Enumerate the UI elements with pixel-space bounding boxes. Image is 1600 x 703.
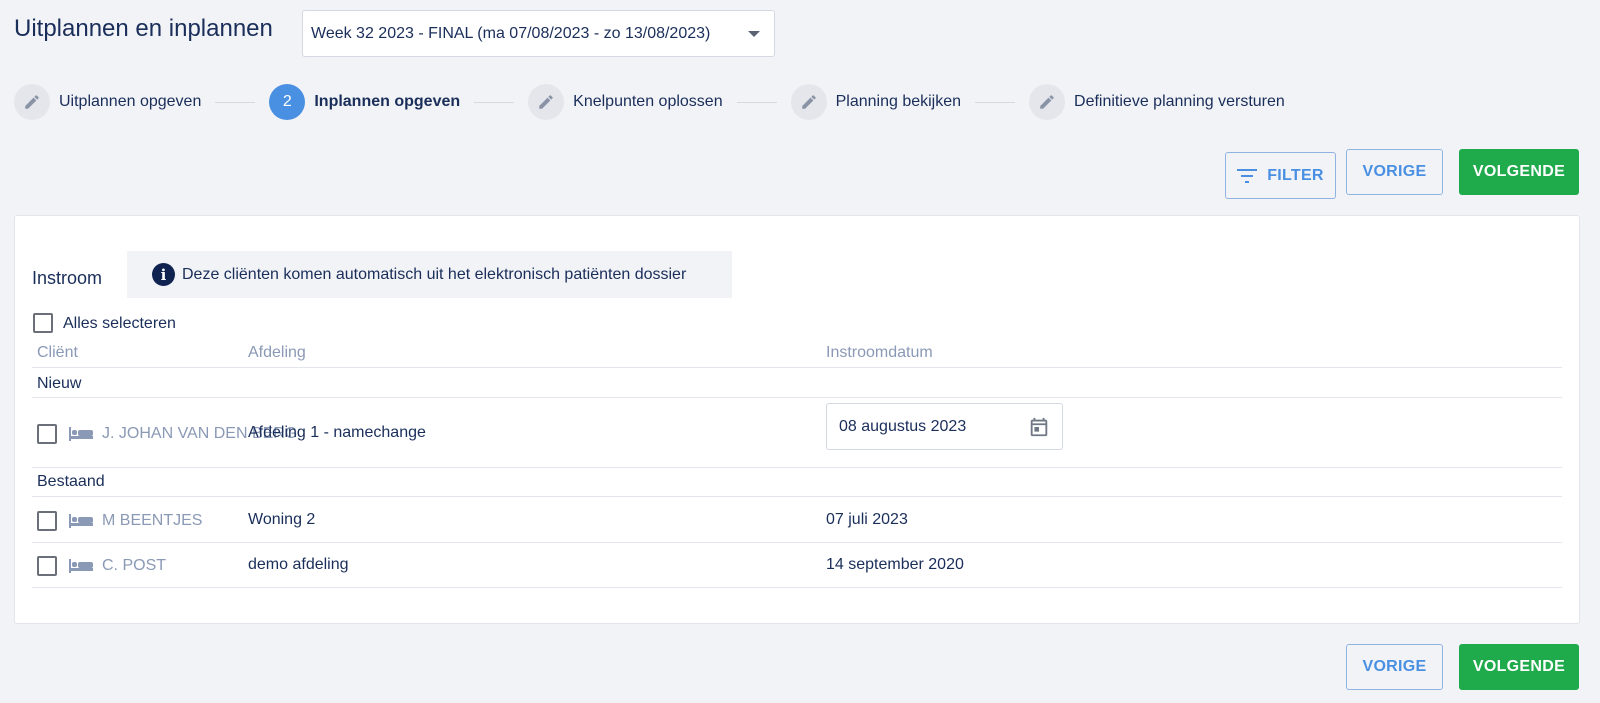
filter-icon bbox=[1237, 168, 1258, 183]
step-number: 2 bbox=[269, 84, 306, 120]
pencil-icon bbox=[1029, 84, 1066, 120]
info-icon: i bbox=[152, 263, 175, 286]
page-title: Uitplannen en inplannen bbox=[14, 15, 273, 42]
bed-icon bbox=[69, 559, 93, 573]
step-connector bbox=[975, 101, 1016, 103]
divider bbox=[32, 367, 1562, 368]
bed-icon bbox=[69, 514, 93, 528]
instroomdatum-field[interactable]: 08 augustus 2023 bbox=[826, 403, 1063, 450]
column-header-afdeling: Afdeling bbox=[248, 344, 306, 361]
step-connector bbox=[474, 101, 515, 103]
pencil-icon bbox=[790, 84, 827, 120]
divider bbox=[32, 397, 1562, 398]
instroomdatum-value: 07 juli 2023 bbox=[826, 511, 908, 528]
afdeling-value: Woning 2 bbox=[248, 511, 316, 528]
info-box: i Deze cliënten komen automatisch uit he… bbox=[127, 251, 732, 298]
select-all-checkbox[interactable] bbox=[33, 313, 53, 333]
pencil-icon bbox=[14, 84, 50, 120]
step-label: Definitieve planning versturen bbox=[1074, 93, 1285, 110]
step-definitieve-planning[interactable]: Definitieve planning versturen bbox=[1029, 84, 1285, 120]
next-button-bottom[interactable]: VOLGENDE bbox=[1459, 644, 1579, 690]
step-connector bbox=[215, 101, 256, 103]
calendar-icon[interactable] bbox=[1028, 416, 1050, 438]
prev-button-bottom[interactable]: VORIGE bbox=[1346, 644, 1443, 690]
group-label-bestaand: Bestaand bbox=[37, 473, 105, 490]
group-label-nieuw: Nieuw bbox=[37, 375, 82, 392]
step-label: Uitplannen opgeven bbox=[59, 93, 202, 110]
prev-button-top[interactable]: VORIGE bbox=[1346, 149, 1443, 195]
divider bbox=[32, 587, 1562, 588]
next-button-top[interactable]: VOLGENDE bbox=[1459, 149, 1579, 195]
column-header-instroomdatum: Instroomdatum bbox=[826, 344, 933, 361]
divider bbox=[32, 496, 1562, 497]
info-text: Deze cliënten komen automatisch uit het … bbox=[182, 265, 687, 283]
client-name[interactable]: C. POST bbox=[102, 557, 166, 575]
filter-label: FILTER bbox=[1267, 166, 1324, 184]
step-label: Knelpunten oplossen bbox=[573, 93, 723, 110]
stepper: Uitplannen opgeven 2 Inplannen opgeven K… bbox=[14, 84, 1285, 120]
chevron-down-icon bbox=[748, 31, 760, 37]
column-header-client: Cliënt bbox=[37, 344, 78, 361]
divider bbox=[32, 542, 1562, 543]
row-checkbox[interactable] bbox=[37, 556, 57, 576]
pencil-icon bbox=[528, 84, 565, 120]
step-knelpunten[interactable]: Knelpunten oplossen bbox=[528, 84, 723, 120]
date-value: 08 augustus 2023 bbox=[839, 417, 967, 435]
step-label: Planning bekijken bbox=[835, 93, 962, 110]
step-uitplannen[interactable]: Uitplannen opgeven bbox=[14, 84, 201, 120]
client-name[interactable]: M BEENTJES bbox=[102, 512, 202, 530]
afdeling-value: demo afdeling bbox=[248, 556, 349, 573]
step-planning-bekijken[interactable]: Planning bekijken bbox=[790, 84, 962, 120]
divider bbox=[32, 467, 1562, 468]
step-connector bbox=[736, 101, 777, 103]
filter-button[interactable]: FILTER bbox=[1225, 152, 1336, 199]
afdeling-value: Afdeling 1 - namechange bbox=[248, 424, 426, 441]
select-all-label: Alles selecteren bbox=[63, 315, 176, 332]
instroomdatum-value: 14 september 2020 bbox=[826, 556, 964, 573]
step-label: Inplannen opgeven bbox=[314, 93, 461, 110]
row-checkbox[interactable] bbox=[37, 424, 57, 444]
week-select-value: Week 32 2023 - FINAL (ma 07/08/2023 - zo… bbox=[311, 24, 711, 42]
week-select[interactable]: Week 32 2023 - FINAL (ma 07/08/2023 - zo… bbox=[302, 10, 775, 57]
instroom-title: Instroom bbox=[32, 268, 103, 288]
bed-icon bbox=[69, 427, 93, 441]
step-inplannen[interactable]: 2 Inplannen opgeven bbox=[269, 84, 460, 120]
row-checkbox[interactable] bbox=[37, 511, 57, 531]
